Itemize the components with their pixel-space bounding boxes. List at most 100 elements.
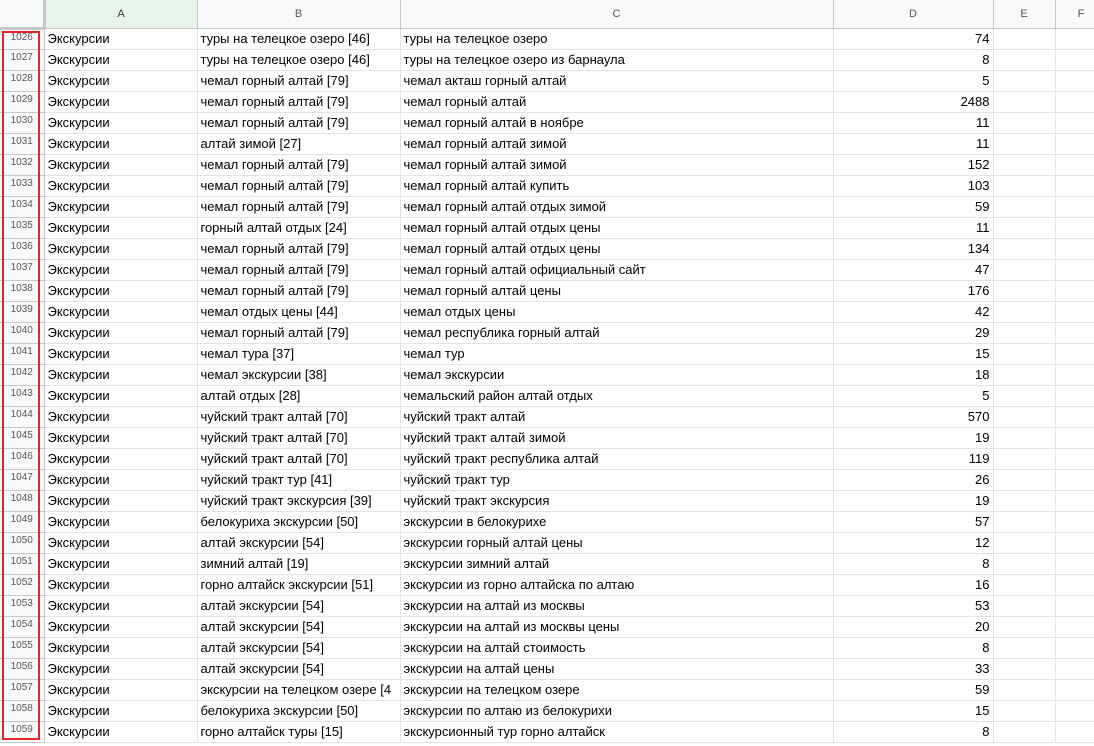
cell-b[interactable]: горный алтай отдых [24] [197, 217, 401, 239]
cell-f[interactable] [1055, 28, 1094, 50]
cell-a[interactable]: Экскурсии [44, 595, 198, 617]
cell-e[interactable] [993, 700, 1056, 722]
cell-a[interactable]: Экскурсии [44, 532, 198, 554]
row-number[interactable]: 1041 [0, 343, 45, 365]
row-number[interactable]: 1049 [0, 511, 45, 533]
cell-a[interactable]: Экскурсии [44, 364, 198, 386]
row-number[interactable]: 1047 [0, 469, 45, 491]
cell-f[interactable] [1055, 385, 1094, 407]
cell-b[interactable]: чуйский тракт алтай [70] [197, 427, 401, 449]
cell-f[interactable] [1055, 175, 1094, 197]
cell-b[interactable]: белокуриха экскурсии [50] [197, 511, 401, 533]
row-number[interactable]: 1058 [0, 700, 45, 722]
column-header-c[interactable]: C [400, 0, 834, 29]
cell-a[interactable]: Экскурсии [44, 679, 198, 701]
cell-e[interactable] [993, 490, 1056, 512]
cell-f[interactable] [1055, 616, 1094, 638]
cell-a[interactable]: Экскурсии [44, 658, 198, 680]
cell-d[interactable]: 5 [833, 385, 994, 407]
cell-c[interactable]: чемал тур [400, 343, 834, 365]
row-number[interactable]: 1043 [0, 385, 45, 407]
cell-e[interactable] [993, 406, 1056, 428]
cell-f[interactable] [1055, 553, 1094, 575]
cell-e[interactable] [993, 448, 1056, 470]
cell-d[interactable]: 15 [833, 343, 994, 365]
cell-c[interactable]: чемал горный алтай отдых зимой [400, 196, 834, 218]
cell-b[interactable]: зимний алтай [19] [197, 553, 401, 575]
cell-f[interactable] [1055, 574, 1094, 596]
row-number[interactable]: 1050 [0, 532, 45, 554]
cell-d[interactable]: 53 [833, 595, 994, 617]
cell-c[interactable]: чемал горный алтай цены [400, 280, 834, 302]
cell-a[interactable]: Экскурсии [44, 637, 198, 659]
cell-b[interactable]: экскурсии на телецком озере [4 [197, 679, 401, 701]
cell-c[interactable]: экскурсии на алтай из москвы цены [400, 616, 834, 638]
cell-a[interactable]: Экскурсии [44, 259, 198, 281]
select-all-corner[interactable] [0, 0, 46, 30]
cell-e[interactable] [993, 28, 1056, 50]
cell-b[interactable]: чемал горный алтай [79] [197, 280, 401, 302]
cell-d[interactable]: 8 [833, 49, 994, 71]
cell-f[interactable] [1055, 112, 1094, 134]
row-number[interactable]: 1051 [0, 553, 45, 575]
cell-a[interactable]: Экскурсии [44, 175, 198, 197]
cell-e[interactable] [993, 49, 1056, 71]
cell-d[interactable]: 19 [833, 427, 994, 449]
cell-b[interactable]: алтай экскурсии [54] [197, 595, 401, 617]
cell-a[interactable]: Экскурсии [44, 490, 198, 512]
cell-d[interactable]: 29 [833, 322, 994, 344]
row-number[interactable]: 1048 [0, 490, 45, 512]
cell-b[interactable]: туры на телецкое озеро [46] [197, 28, 401, 50]
cell-b[interactable]: чемал тура [37] [197, 343, 401, 365]
cell-d[interactable]: 18 [833, 364, 994, 386]
row-number[interactable]: 1056 [0, 658, 45, 680]
cell-f[interactable] [1055, 259, 1094, 281]
cell-d[interactable]: 8 [833, 721, 994, 743]
row-number[interactable]: 1039 [0, 301, 45, 323]
cell-c[interactable]: чемал горный алтай в ноябре [400, 112, 834, 134]
cell-d[interactable]: 570 [833, 406, 994, 428]
row-number[interactable]: 1032 [0, 154, 45, 176]
cell-d[interactable]: 57 [833, 511, 994, 533]
cell-d[interactable]: 8 [833, 637, 994, 659]
row-number[interactable]: 1030 [0, 112, 45, 134]
cell-a[interactable]: Экскурсии [44, 721, 198, 743]
cell-f[interactable] [1055, 364, 1094, 386]
row-number[interactable]: 1055 [0, 637, 45, 659]
cell-f[interactable] [1055, 301, 1094, 323]
column-header-a[interactable]: A [44, 0, 198, 29]
cell-e[interactable] [993, 133, 1056, 155]
cell-f[interactable] [1055, 280, 1094, 302]
cell-b[interactable]: алтай экскурсии [54] [197, 616, 401, 638]
cell-a[interactable]: Экскурсии [44, 343, 198, 365]
cell-d[interactable]: 2488 [833, 91, 994, 113]
cell-c[interactable]: чемал экскурсии [400, 364, 834, 386]
cell-d[interactable]: 19 [833, 490, 994, 512]
cell-e[interactable] [993, 364, 1056, 386]
cell-d[interactable]: 59 [833, 196, 994, 218]
cell-b[interactable]: алтай экскурсии [54] [197, 658, 401, 680]
row-number[interactable]: 1053 [0, 595, 45, 617]
cell-e[interactable] [993, 532, 1056, 554]
cell-d[interactable]: 5 [833, 70, 994, 92]
row-number[interactable]: 1034 [0, 196, 45, 218]
cell-b[interactable]: горно алтайск туры [15] [197, 721, 401, 743]
cell-b[interactable]: алтай экскурсии [54] [197, 637, 401, 659]
cell-c[interactable]: чуйский тракт алтай зимой [400, 427, 834, 449]
cell-b[interactable]: чуйский тракт экскурсия [39] [197, 490, 401, 512]
cell-c[interactable]: чемал отдых цены [400, 301, 834, 323]
row-number[interactable]: 1042 [0, 364, 45, 386]
cell-a[interactable]: Экскурсии [44, 553, 198, 575]
cell-b[interactable]: чемал горный алтай [79] [197, 70, 401, 92]
cell-c[interactable]: чемал горный алтай отдых цены [400, 217, 834, 239]
cell-b[interactable]: туры на телецкое озеро [46] [197, 49, 401, 71]
cell-c[interactable]: экскурсии из горно алтайска по алтаю [400, 574, 834, 596]
cell-a[interactable]: Экскурсии [44, 427, 198, 449]
cell-b[interactable]: белокуриха экскурсии [50] [197, 700, 401, 722]
cell-d[interactable]: 176 [833, 280, 994, 302]
row-number[interactable]: 1031 [0, 133, 45, 155]
column-header-d[interactable]: D [833, 0, 994, 29]
cell-e[interactable] [993, 385, 1056, 407]
cell-a[interactable]: Экскурсии [44, 301, 198, 323]
cell-f[interactable] [1055, 532, 1094, 554]
